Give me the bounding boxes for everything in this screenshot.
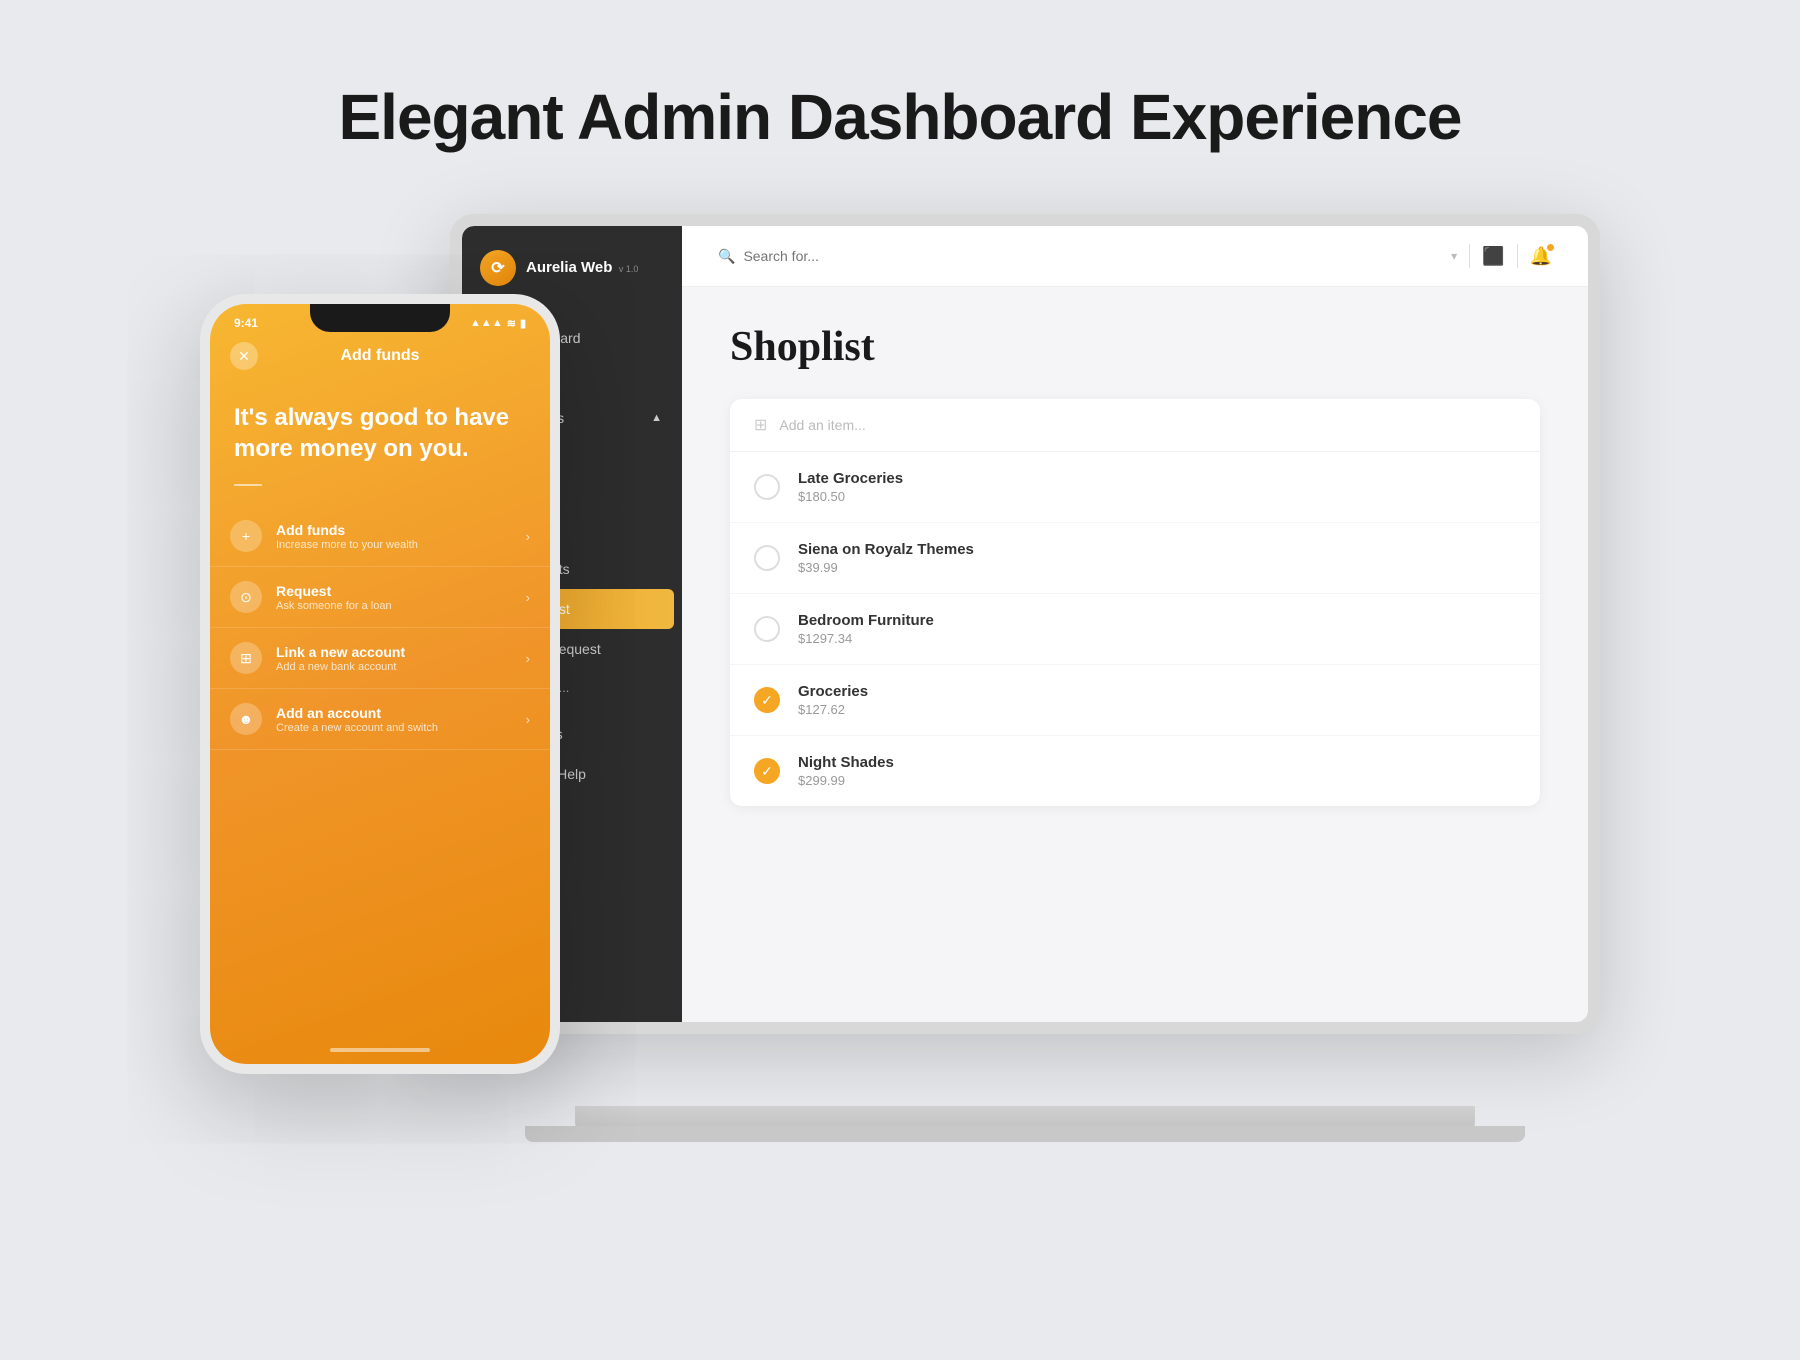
item-checkbox-1[interactable] [754, 474, 780, 500]
scene: Elegant Admin Dashboard Experience ⟳ Aur… [0, 0, 1800, 1360]
item-price-4: $127.62 [798, 702, 1516, 717]
phone-menu-add-account[interactable]: ☻ Add an account Create a new account an… [210, 689, 550, 750]
phone-menu-list: + Add funds Increase more to your wealth… [210, 498, 550, 1036]
monitor-icon[interactable]: ⬛ [1482, 246, 1504, 267]
logo-version: v 1.0 [619, 264, 639, 274]
phone-time: 9:41 [234, 316, 258, 330]
phone-menu-text-3: Link a new account Add a new bank accoun… [276, 644, 512, 673]
records-arrow: ▲ [651, 412, 662, 424]
page-headline: Elegant Admin Dashboard Experience [338, 80, 1461, 154]
add-item-icon: ⊞ [754, 415, 767, 435]
menu-arrow-2: › [526, 590, 530, 605]
phone-device: 9:41 ▲▲▲ ≋ ▮ ✕ Add funds It' [200, 294, 560, 1074]
main-content: 🔍 ▾ ⬛ 🔔 [682, 226, 1588, 1022]
logo-name: Aurelia Web [526, 259, 612, 276]
phone-menu-text-2: Request Ask someone for a loan [276, 583, 512, 612]
item-name-1: Late Groceries [798, 470, 1516, 487]
shop-item-5: ✓ Night Shades $299.99 [730, 736, 1540, 806]
laptop-foot [525, 1126, 1525, 1142]
shop-item-3: Bedroom Furniture $1297.34 [730, 594, 1540, 665]
search-input[interactable] [743, 248, 1443, 264]
item-price-3: $1297.34 [798, 631, 1516, 646]
add-funds-icon: + [230, 520, 262, 552]
search-chevron-icon: ▾ [1451, 249, 1457, 263]
item-info-4: Groceries $127.62 [798, 683, 1516, 717]
page-body: Shoplist ⊞ Add an item... [682, 287, 1588, 1022]
shop-item-1: Late Groceries $180.50 [730, 452, 1540, 523]
menu-title-2: Request [276, 583, 512, 599]
phone-notch [310, 304, 450, 332]
item-info-2: Siena on Royalz Themes $39.99 [798, 541, 1516, 575]
shop-item-2: Siena on Royalz Themes $39.99 [730, 523, 1540, 594]
menu-title-1: Add funds [276, 522, 512, 538]
wifi-icon: ≋ [507, 317, 516, 330]
home-bar [330, 1048, 430, 1052]
shoplist-card: ⊞ Add an item... Late Groceries $180.50 [730, 399, 1540, 806]
phone-home-indicator [210, 1036, 550, 1064]
phone-hero-divider [234, 484, 262, 486]
menu-arrow-4: › [526, 712, 530, 727]
item-checkbox-5[interactable]: ✓ [754, 758, 780, 784]
item-price-1: $180.50 [798, 489, 1516, 504]
menu-subtitle-3: Add a new bank account [276, 661, 512, 673]
topbar-divider2 [1517, 244, 1518, 268]
laptop-screen: ⟳ Aurelia Web v 1.0 ◎ Dashboard [450, 214, 1600, 1034]
phone-header-title: Add funds [340, 347, 419, 365]
search-icon: 🔍 [718, 248, 735, 265]
item-price-2: $39.99 [798, 560, 1516, 575]
menu-subtitle-2: Ask someone for a loan [276, 600, 512, 612]
menu-arrow-1: › [526, 529, 530, 544]
laptop-inner: ⟳ Aurelia Web v 1.0 ◎ Dashboard [462, 226, 1588, 1022]
item-name-4: Groceries [798, 683, 1516, 700]
item-name-3: Bedroom Furniture [798, 612, 1516, 629]
notification-dot [1547, 244, 1554, 251]
menu-subtitle-1: Increase more to your wealth [276, 539, 512, 551]
item-name-5: Night Shades [798, 754, 1516, 771]
bell-icon[interactable]: 🔔 [1530, 246, 1552, 267]
phone-menu-link-account[interactable]: ⊞ Link a new account Add a new bank acco… [210, 628, 550, 689]
item-info-5: Night Shades $299.99 [798, 754, 1516, 788]
top-bar: 🔍 ▾ ⬛ 🔔 [682, 226, 1588, 287]
devices-area: ⟳ Aurelia Web v 1.0 ◎ Dashboard [200, 214, 1600, 1214]
camera-dot [1021, 218, 1029, 226]
phone-shell: 9:41 ▲▲▲ ≋ ▮ ✕ Add funds It' [200, 294, 560, 1074]
link-account-icon: ⊞ [230, 642, 262, 674]
add-item-row[interactable]: ⊞ Add an item... [730, 399, 1540, 452]
phone-hero-text: It's always good to have more money on y… [210, 386, 550, 472]
phone-close-button[interactable]: ✕ [230, 342, 258, 370]
item-price-5: $299.99 [798, 773, 1516, 788]
page-title: Shoplist [730, 323, 1540, 371]
phone-header: ✕ Add funds [210, 334, 550, 386]
topbar-divider [1469, 244, 1470, 268]
add-account-icon: ☻ [230, 703, 262, 735]
shop-item-4: ✓ Groceries $127.62 [730, 665, 1540, 736]
item-checkbox-4[interactable]: ✓ [754, 687, 780, 713]
phone-menu-request[interactable]: ⊙ Request Ask someone for a loan › [210, 567, 550, 628]
laptop-device: ⟳ Aurelia Web v 1.0 ◎ Dashboard [450, 214, 1600, 1134]
add-item-label: Add an item... [779, 417, 865, 433]
phone-screen: 9:41 ▲▲▲ ≋ ▮ ✕ Add funds It' [210, 304, 550, 1064]
phone-menu-add-funds[interactable]: + Add funds Increase more to your wealth… [210, 506, 550, 567]
signal-icon: ▲▲▲ [470, 317, 503, 329]
menu-title-3: Link a new account [276, 644, 512, 660]
menu-arrow-3: › [526, 651, 530, 666]
phone-menu-text-4: Add an account Create a new account and … [276, 705, 512, 734]
phone-menu-text-1: Add funds Increase more to your wealth [276, 522, 512, 551]
battery-icon: ▮ [520, 317, 526, 330]
item-checkbox-3[interactable] [754, 616, 780, 642]
item-name-2: Siena on Royalz Themes [798, 541, 1516, 558]
status-icons: ▲▲▲ ≋ ▮ [470, 317, 526, 330]
search-box: 🔍 ▾ [718, 248, 1457, 265]
menu-subtitle-4: Create a new account and switch [276, 722, 512, 734]
item-info-1: Late Groceries $180.50 [798, 470, 1516, 504]
logo-icon: ⟳ [480, 250, 516, 286]
item-checkbox-2[interactable] [754, 545, 780, 571]
item-info-3: Bedroom Furniture $1297.34 [798, 612, 1516, 646]
menu-title-4: Add an account [276, 705, 512, 721]
request-icon: ⊙ [230, 581, 262, 613]
